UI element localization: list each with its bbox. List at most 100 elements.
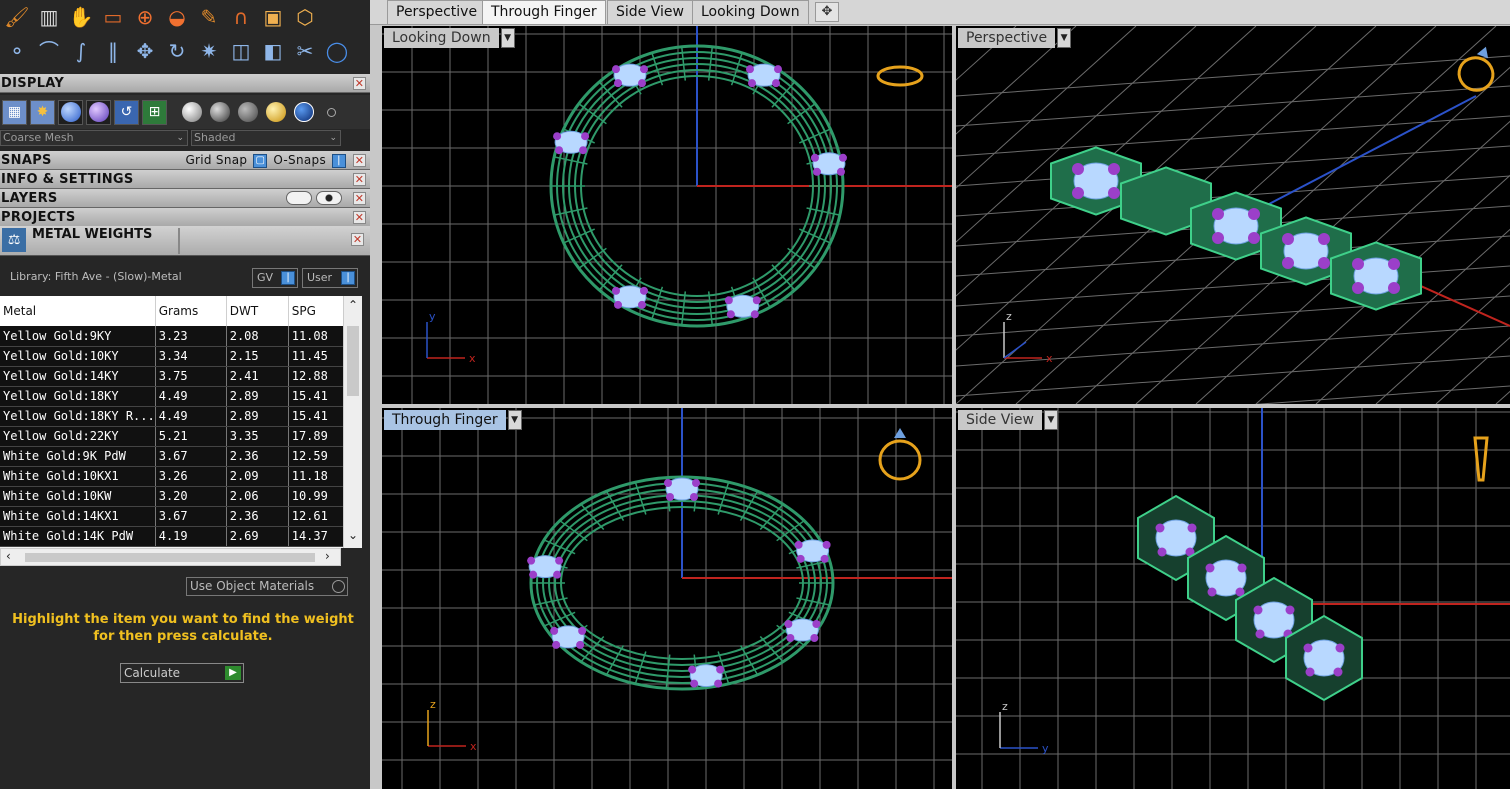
viewport-label[interactable]: Looking Down ▼ [384, 28, 515, 48]
info-section-header[interactable]: INFO & SETTINGS ✕ [0, 170, 370, 189]
chevron-down-icon[interactable]: ▼ [507, 410, 522, 430]
user-toggle[interactable]: User | [302, 268, 358, 288]
eye-icon[interactable] [316, 191, 342, 205]
use-object-materials-button[interactable]: Use Object Materials [186, 577, 348, 596]
viewport-looking-down[interactable]: xy Looking Down ▼ [382, 26, 952, 404]
scroll-thumb[interactable] [347, 326, 359, 396]
close-icon[interactable]: ✕ [353, 173, 366, 186]
projects-section-header[interactable]: PROJECTS ✕ [0, 208, 370, 227]
scissors-icon[interactable]: ✂ [290, 37, 320, 65]
circle-icon[interactable]: ◯ [322, 37, 352, 65]
layers-section-header[interactable]: LAYERS ✕ [0, 189, 370, 208]
sphere-gray-icon[interactable] [235, 100, 260, 125]
table-row[interactable]: White Gold:14KX1 3.67 2.36 12.61 [0, 506, 345, 527]
pencil-icon[interactable]: ✎ [194, 3, 224, 31]
sphere-silver-icon[interactable] [179, 100, 204, 125]
chevron-up-icon[interactable]: ⌃ [348, 298, 358, 312]
chevron-down-icon[interactable]: ⌄ [348, 528, 358, 542]
hand-tool-icon[interactable]: ✋ [66, 3, 96, 31]
table-row[interactable]: Yellow Gold:22KY 5.21 3.35 17.89 [0, 426, 345, 447]
boolean-icon[interactable]: ◫ [226, 37, 256, 65]
viewport-side-view[interactable]: yz Side View ▼ [956, 408, 1510, 789]
brush-icon[interactable]: 🖌 [2, 3, 32, 31]
target-icon[interactable]: ⊕ [130, 3, 160, 31]
books-icon[interactable]: ▥ [34, 3, 64, 31]
chevron-left-icon[interactable]: ‹ [6, 549, 11, 563]
bowl-icon[interactable]: ◒ [162, 3, 192, 31]
rotate-icon[interactable]: ↻ [162, 37, 192, 65]
table-row[interactable]: White Gold:9K PdW 3.67 2.36 12.59 [0, 446, 345, 467]
grid-display-icon[interactable]: ▦ [2, 99, 27, 125]
arc-icon[interactable]: ⌒ [34, 37, 64, 65]
table-row[interactable]: White Gold:10KW 3.20 2.06 10.99 [0, 486, 345, 507]
viewport-label[interactable]: Perspective ▼ [958, 28, 1072, 48]
node-icon[interactable]: ⚬ [2, 37, 32, 65]
column-header-grams[interactable]: Grams [155, 296, 227, 326]
table-row[interactable]: White Gold:14K PdW 4.19 2.69 14.37 [0, 526, 345, 547]
close-icon[interactable]: ✕ [353, 77, 366, 90]
tab-side-view[interactable]: Side View [607, 0, 693, 24]
box-icon[interactable]: ▣ [258, 3, 288, 31]
sphere-purple-icon[interactable] [86, 99, 111, 125]
chevron-down-icon[interactable]: ▼ [500, 28, 515, 48]
snaps-section-header[interactable]: SNAPS Grid Snap ▢ O-Snaps | ✕ [0, 151, 370, 170]
horizontal-scrollbar[interactable]: ‹ › [0, 548, 341, 566]
vertical-scrollbar[interactable]: ⌃ ⌄ [343, 296, 362, 548]
sphere-chrome-icon[interactable] [207, 100, 232, 125]
viewport-through-finger[interactable]: xz Through Finger ▼ [382, 408, 952, 789]
magnet-icon[interactable]: ∩ [226, 3, 256, 31]
tab-looking-down[interactable]: Looking Down [692, 0, 809, 24]
sphere-blue-icon[interactable] [58, 99, 83, 125]
radio-icon[interactable] [319, 100, 344, 125]
monitor-icon[interactable]: ▭ [98, 3, 128, 31]
close-icon[interactable]: ✕ [353, 154, 366, 167]
viewport-perspective[interactable]: xz Perspective ▼ [956, 26, 1510, 404]
sphere-gold-icon[interactable] [263, 100, 288, 125]
close-icon[interactable]: ✕ [353, 192, 366, 205]
grid-snap-label[interactable]: Grid Snap [185, 151, 247, 170]
refresh-icon[interactable]: ↺ [114, 99, 139, 125]
chevron-down-icon[interactable]: ▼ [1057, 28, 1072, 48]
layout-icon[interactable]: ⊞ [142, 99, 167, 125]
close-icon[interactable]: ✕ [351, 233, 364, 246]
display-section-header[interactable]: DISPLAY ✕ [0, 74, 370, 93]
gv-toggle[interactable]: GV | [252, 268, 298, 288]
light-display-icon[interactable]: ✸ [30, 99, 55, 125]
chevron-down-icon[interactable]: ▼ [1043, 410, 1058, 430]
scroll-thumb[interactable] [25, 553, 315, 562]
side-view-canvas[interactable]: yz [956, 408, 1510, 789]
column-header-metal[interactable]: Metal [0, 296, 156, 326]
sphere-dark-blue-icon[interactable] [291, 100, 316, 125]
table-row[interactable]: Yellow Gold:10KY 3.34 2.15 11.45 [0, 346, 345, 367]
tab-perspective[interactable]: Perspective [387, 0, 487, 24]
mirror-icon[interactable]: ◧ [258, 37, 288, 65]
split-icon[interactable]: ‖ [98, 37, 128, 65]
calculate-button[interactable]: Calculate ▶ [120, 663, 244, 683]
table-row[interactable]: Yellow Gold:9KY 3.23 2.08 11.08 [0, 326, 345, 347]
table-row[interactable]: Yellow Gold:18KY R... 4.49 2.89 15.41 [0, 406, 345, 427]
move-icon[interactable]: ✥ [130, 37, 160, 65]
spray-icon[interactable]: ✷ [194, 37, 224, 65]
eye-closed-icon[interactable] [286, 191, 312, 205]
column-header-spg[interactable]: SPG [288, 296, 345, 326]
viewport-label[interactable]: Side View ▼ [958, 410, 1058, 430]
osnaps-label[interactable]: O-Snaps [273, 151, 326, 170]
chevron-right-icon[interactable]: › [325, 549, 330, 563]
viewport-label[interactable]: Through Finger ▼ [384, 410, 522, 430]
perspective-canvas[interactable]: xz [956, 26, 1510, 404]
grid-snap-toggle[interactable]: ▢ [253, 153, 268, 168]
tab-through-finger[interactable]: Through Finger [482, 0, 606, 24]
metal-weights-header[interactable]: ⚖ METAL WEIGHTS ✕ [0, 226, 370, 256]
table-row[interactable]: White Gold:10KX1 3.26 2.09 11.18 [0, 466, 345, 487]
osnaps-toggle[interactable]: | [332, 153, 346, 168]
curve-icon[interactable]: ∫ [66, 37, 96, 65]
cube-wire-icon[interactable]: ⬡ [290, 3, 320, 31]
column-header-dwt[interactable]: DWT [226, 296, 289, 326]
looking-down-canvas[interactable]: xy [382, 26, 952, 404]
mesh-select[interactable]: Coarse Mesh ⌄ [0, 130, 188, 146]
table-row[interactable]: Yellow Gold:18KY 4.49 2.89 15.41 [0, 386, 345, 407]
table-row[interactable]: Yellow Gold:14KY 3.75 2.41 12.88 [0, 366, 345, 387]
add-tab-icon[interactable]: ✥ [815, 2, 839, 22]
through-finger-canvas[interactable]: xz [382, 408, 952, 789]
close-icon[interactable]: ✕ [353, 211, 366, 224]
